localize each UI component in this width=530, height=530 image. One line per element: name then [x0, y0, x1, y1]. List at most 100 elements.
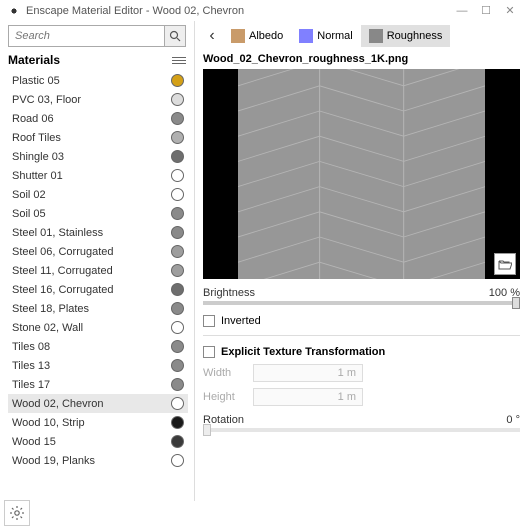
material-label: Steel 06, Corrugated — [12, 246, 171, 258]
material-swatch-icon — [171, 283, 184, 296]
material-label: Steel 16, Corrugated — [12, 284, 171, 296]
search-box — [8, 25, 186, 47]
sidebar: Materials Plastic 05 PVC 03, Floor Road 06… — [0, 21, 195, 501]
materials-menu-icon[interactable] — [172, 57, 186, 64]
material-swatch-icon — [171, 93, 184, 106]
brightness-slider[interactable] — [203, 301, 520, 305]
material-item[interactable]: Steel 16, Corrugated — [8, 280, 188, 299]
material-item[interactable]: Soil 05 — [8, 204, 188, 223]
maximize-button[interactable]: ☐ — [474, 4, 498, 17]
folder-open-icon — [498, 258, 512, 270]
material-item[interactable]: Steel 18, Plates — [8, 299, 188, 318]
settings-button[interactable] — [4, 500, 30, 526]
material-item[interactable]: Wood 19, Planks — [8, 451, 188, 470]
tab-label: Normal — [317, 30, 352, 42]
material-item[interactable]: Tiles 17 — [8, 375, 188, 394]
material-swatch-icon — [171, 226, 184, 239]
material-swatch-icon — [171, 340, 184, 353]
material-item[interactable]: PVC 03, Floor — [8, 90, 188, 109]
material-swatch-icon — [171, 188, 184, 201]
tab-swatch-icon — [231, 29, 245, 43]
close-button[interactable]: ✕ — [498, 4, 522, 17]
texture-filename: Wood_02_Chevron_roughness_1K.png — [203, 53, 520, 65]
material-item[interactable]: Steel 11, Corrugated — [8, 261, 188, 280]
material-label: Soil 05 — [12, 208, 171, 220]
map-tab[interactable]: Albedo — [223, 25, 291, 47]
detail-panel: ‹ Albedo Normal Roughness Wood_02_Chevron_… — [195, 21, 530, 501]
map-tab[interactable]: Roughness — [361, 25, 451, 47]
material-label: Tiles 17 — [12, 379, 171, 391]
material-label: Road 06 — [12, 113, 171, 125]
search-button[interactable] — [164, 26, 185, 46]
material-item[interactable]: Wood 15 — [8, 432, 188, 451]
gear-icon — [9, 505, 25, 521]
tab-label: Albedo — [249, 30, 283, 42]
app-logo-icon — [8, 5, 20, 17]
material-swatch-icon — [171, 359, 184, 372]
tab-label: Roughness — [387, 30, 443, 42]
material-label: Shutter 01 — [12, 170, 171, 182]
material-label: Steel 01, Stainless — [12, 227, 171, 239]
material-item[interactable]: Shutter 01 — [8, 166, 188, 185]
material-swatch-icon — [171, 150, 184, 163]
back-button[interactable]: ‹ — [203, 27, 221, 45]
search-input[interactable] — [9, 26, 164, 46]
material-label: Wood 19, Planks — [12, 455, 171, 467]
rotation-label: Rotation — [203, 414, 506, 426]
material-swatch-icon — [171, 131, 184, 144]
material-item[interactable]: Tiles 13 — [8, 356, 188, 375]
explicit-transform-checkbox[interactable]: Explicit Texture Transformation — [203, 346, 520, 358]
height-label: Height — [203, 391, 253, 403]
materials-header: Materials — [8, 53, 172, 67]
material-swatch-icon — [171, 454, 184, 467]
material-swatch-icon — [171, 112, 184, 125]
chevron-pattern-icon — [238, 69, 485, 279]
material-swatch-icon — [171, 74, 184, 87]
rotation-slider[interactable] — [203, 428, 520, 432]
material-label: Stone 02, Wall — [12, 322, 171, 334]
material-item[interactable]: Shingle 03 — [8, 147, 188, 166]
texture-preview — [203, 69, 520, 279]
material-item[interactable]: Stone 02, Wall — [8, 318, 188, 337]
material-swatch-icon — [171, 435, 184, 448]
width-field[interactable]: 1 m — [253, 364, 363, 382]
material-swatch-icon — [171, 264, 184, 277]
search-icon — [169, 30, 181, 42]
height-field[interactable]: 1 m — [253, 388, 363, 406]
inverted-checkbox[interactable]: Inverted — [203, 315, 520, 327]
material-item[interactable]: Plastic 05 — [8, 71, 188, 90]
material-item[interactable]: Wood 02, Chevron — [8, 394, 188, 413]
title-bar: Enscape Material Editor - Wood 02, Chevr… — [0, 0, 530, 21]
material-label: Wood 15 — [12, 436, 171, 448]
tab-swatch-icon — [299, 29, 313, 43]
material-swatch-icon — [171, 321, 184, 334]
material-label: Roof Tiles — [12, 132, 171, 144]
materials-list[interactable]: Plastic 05 PVC 03, Floor Road 06 Roof Tiles… — [8, 71, 194, 501]
material-swatch-icon — [171, 397, 184, 410]
rotation-value: 0 ° — [506, 414, 520, 426]
material-item[interactable]: Roof Tiles — [8, 128, 188, 147]
material-swatch-icon — [171, 245, 184, 258]
material-label: Wood 10, Strip — [12, 417, 171, 429]
minimize-button[interactable]: — — [450, 5, 474, 17]
width-label: Width — [203, 367, 253, 379]
material-label: Plastic 05 — [12, 75, 171, 87]
material-item[interactable]: Steel 01, Stainless — [8, 223, 188, 242]
material-item[interactable]: Tiles 08 — [8, 337, 188, 356]
material-label: Steel 18, Plates — [12, 303, 171, 315]
checkbox-icon — [203, 346, 215, 358]
material-label: Soil 02 — [12, 189, 171, 201]
material-label: Tiles 13 — [12, 360, 171, 372]
material-swatch-icon — [171, 207, 184, 220]
material-item[interactable]: Wood 10, Strip — [8, 413, 188, 432]
material-swatch-icon — [171, 169, 184, 182]
map-tab[interactable]: Normal — [291, 25, 360, 47]
open-file-button[interactable] — [494, 253, 516, 275]
material-item[interactable]: Soil 02 — [8, 185, 188, 204]
material-swatch-icon — [171, 378, 184, 391]
material-item[interactable]: Steel 06, Corrugated — [8, 242, 188, 261]
material-label: Tiles 08 — [12, 341, 171, 353]
material-item[interactable]: Road 06 — [8, 109, 188, 128]
material-swatch-icon — [171, 302, 184, 315]
material-label: Steel 11, Corrugated — [12, 265, 171, 277]
